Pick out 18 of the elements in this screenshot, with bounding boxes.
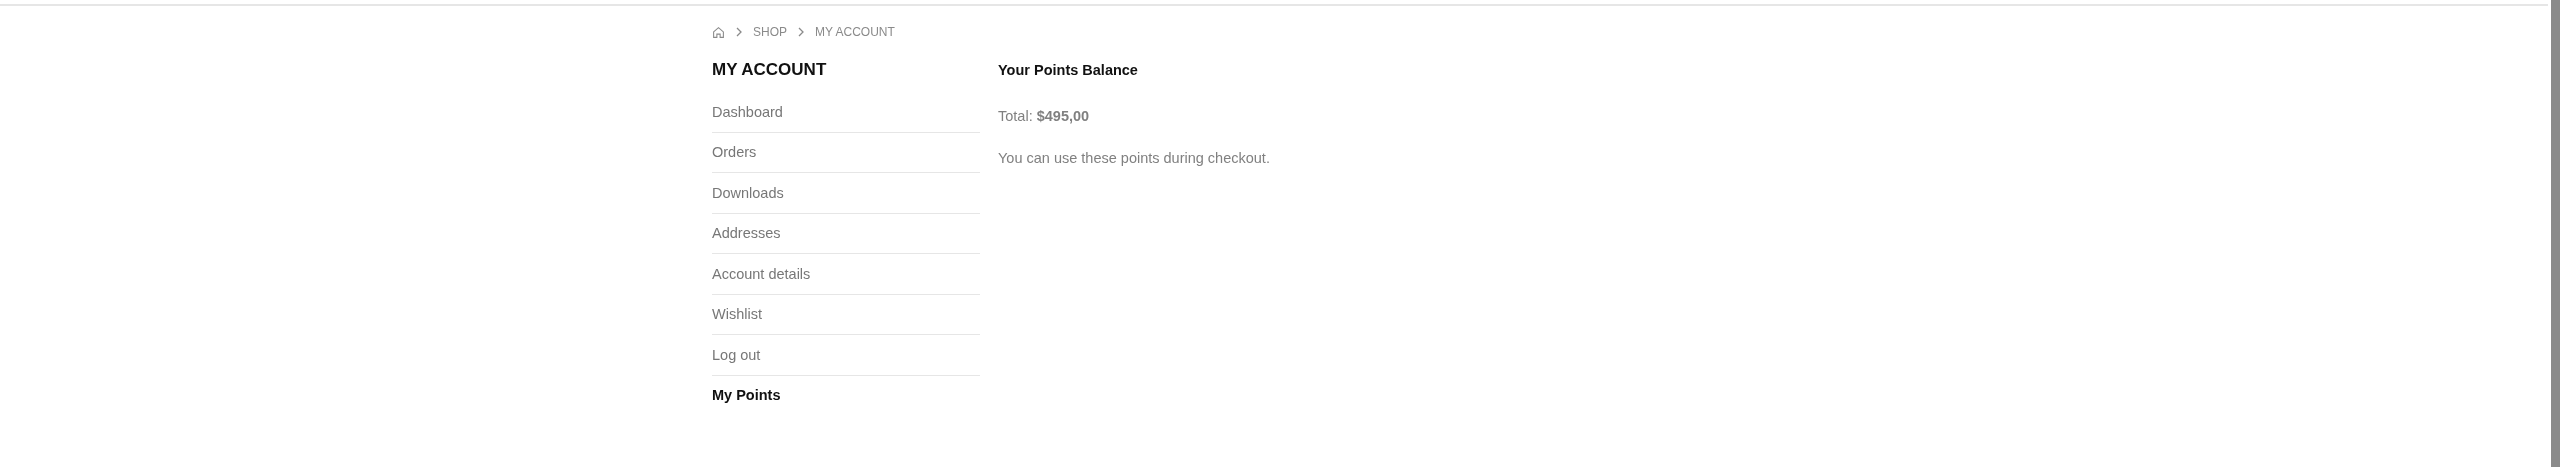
account-menu-link[interactable]: Account details	[712, 265, 811, 282]
points-total: Total: $495,00	[998, 108, 1091, 124]
account-menu-link[interactable]: Log out	[712, 346, 761, 363]
account-menu-link[interactable]: Wishlist	[712, 306, 762, 323]
chevron-icon	[735, 27, 743, 37]
account-menu-link[interactable]: My Points	[712, 387, 781, 404]
sidebar-title: MY ACCOUNT	[712, 59, 828, 81]
scrollbar[interactable]	[2551, 0, 2560, 467]
chevron-icon	[797, 27, 805, 37]
account-menu-link[interactable]: Addresses	[712, 225, 781, 242]
points-note: You can use these points during checkout.	[998, 150, 1270, 166]
account-menu-link[interactable]: Orders	[712, 144, 757, 161]
breadcrumb-link[interactable]: MY ACCOUNT	[815, 25, 895, 39]
account-menu-link[interactable]: Dashboard	[712, 103, 783, 120]
breadcrumb-link[interactable]: SHOP	[753, 25, 787, 39]
account-menu-link[interactable]: Downloads	[712, 184, 784, 201]
home-icon[interactable]	[712, 25, 725, 39]
points-heading: Your Points Balance	[998, 62, 1139, 78]
